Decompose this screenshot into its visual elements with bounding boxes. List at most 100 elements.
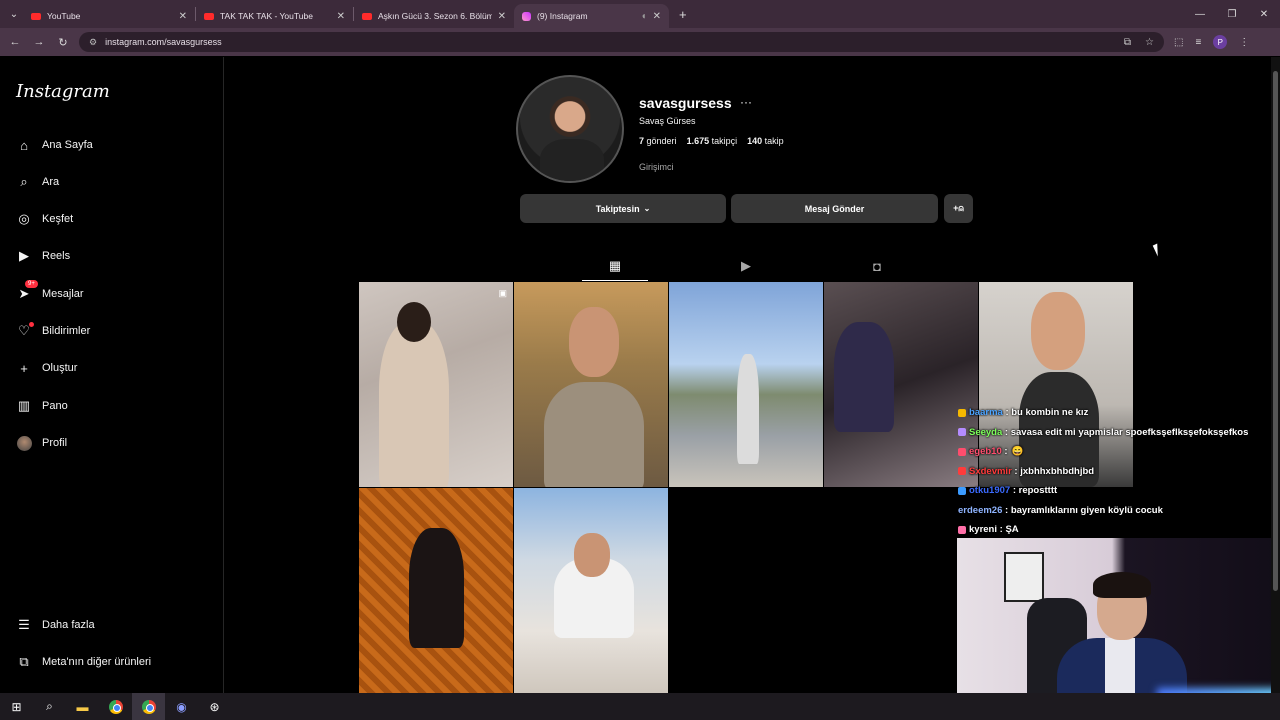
forward-icon[interactable]: → [27, 36, 51, 48]
send-message-label: Mesaj Gönder [804, 203, 865, 214]
file-explorer-icon[interactable]: ▬ [66, 693, 99, 720]
followers-label: takipçi [711, 136, 738, 146]
page-scrollbar[interactable] [1271, 57, 1280, 693]
mouse-cursor-icon [1152, 243, 1163, 257]
chrome-icon[interactable] [132, 693, 165, 720]
instagram-logo[interactable]: Instagram [16, 81, 110, 102]
browser-tab[interactable]: Aşkın Gücü 3. Sezon 6. Bölüm ✕ [354, 4, 514, 28]
sidebar-item-create[interactable]: + Oluştur [16, 360, 77, 376]
close-icon[interactable]: ✕ [653, 11, 661, 22]
new-tab-button[interactable]: + [679, 7, 687, 22]
instagram-icon [522, 11, 531, 21]
search-icon: ⌕ [20, 174, 28, 189]
person-head [574, 533, 610, 577]
chat-user: kyreni [969, 524, 997, 535]
sidebar-item-reels[interactable]: ▶ Reels [16, 248, 70, 264]
extensions-icon[interactable]: ⬚ [1174, 37, 1183, 48]
chat-user: Sxdevmir [969, 465, 1012, 477]
obs-icon[interactable]: ⊛ [198, 693, 231, 720]
address-bar[interactable]: ⚙ instagram.com/savasgursess ⧉ ☆ [79, 32, 1164, 52]
close-icon[interactable]: ✕ [498, 11, 506, 22]
profile-category: Girişimci [639, 162, 674, 172]
post-thumbnail[interactable] [824, 282, 978, 487]
browser-tab-active[interactable]: (9) Instagram ◖ ✕ [514, 4, 669, 28]
posts-grid-icon[interactable]: ▦ [582, 258, 648, 281]
chat-text: : bayramlıklarını giyen köylü cocuk [1005, 504, 1163, 516]
chat-message: Sxdevmir : jxbhhxbhbdhjbd [958, 462, 1280, 482]
following-button-label: Takiptesin [595, 203, 640, 214]
post-thumbnail[interactable] [359, 488, 513, 693]
sidebar-item-notifications[interactable]: ♡ Bildirimler [16, 322, 90, 339]
heart-icon: ♡ [16, 322, 34, 339]
minimize-icon[interactable]: — [1184, 9, 1216, 20]
browser-tab-strip: ⌄ YouTube ✕ TAK TAK TAK - YouTube ✕ Aşkı… [0, 0, 1280, 28]
tab-title: TAK TAK TAK - YouTube [220, 11, 313, 21]
suggest-user-button[interactable]: +⍝ [944, 194, 973, 223]
chat-message: otku1907 : repostttt [958, 481, 1280, 501]
close-icon[interactable]: ✕ [337, 11, 345, 22]
profile-avatar[interactable]: P [1213, 35, 1228, 49]
send-message-button[interactable]: Mesaj Gönder [731, 194, 938, 223]
home-icon: ⌂ [20, 137, 28, 153]
following-button[interactable]: Takiptesin ⌄ [520, 194, 726, 223]
url-text: instagram.com/savasgursess [105, 37, 222, 47]
browser-tab[interactable]: TAK TAK TAK - YouTube ✕ [196, 4, 353, 28]
close-window-icon[interactable]: ✕ [1248, 9, 1280, 20]
followers-stat[interactable]: 1.675 takipçi [687, 136, 738, 146]
sidebar-item-meta-apps[interactable]: ⧉ Meta'nın diğer ürünleri [16, 654, 151, 670]
sidebar-item-search[interactable]: ⌕ Ara [16, 174, 59, 190]
posts-count: 7 [639, 136, 645, 146]
profile-stats: 7 gönderi 1.675 takipçi 140 takip [639, 136, 784, 146]
more-options-icon[interactable]: ··· [740, 95, 752, 109]
sidebar-item-label: Daha fazla [42, 619, 95, 631]
discord-icon[interactable]: ◉ [165, 693, 198, 720]
bookmark-star-icon[interactable]: ☆ [1145, 37, 1154, 48]
close-icon[interactable]: ✕ [179, 11, 187, 22]
tagged-tab-icon[interactable]: ◘ [869, 258, 885, 274]
speaker-icon[interactable]: ◖ [641, 11, 647, 22]
sidebar-item-explore[interactable]: ◎ Keşfet [16, 211, 73, 227]
post-thumbnail[interactable] [514, 488, 668, 693]
sidebar-item-dashboard[interactable]: ▥ Pano [16, 398, 68, 414]
kebab-menu-icon[interactable]: ⋮ [1239, 37, 1249, 48]
chat-text: : bu kombin ne kız [1005, 407, 1089, 418]
browser-tab[interactable]: YouTube ✕ [23, 4, 195, 28]
scrollbar-thumb[interactable] [1273, 71, 1278, 591]
post-thumbnail[interactable] [669, 282, 823, 487]
sidebar-item-profile[interactable]: Profil [16, 435, 67, 451]
chat-text: : savasa edit mi yapmislar spoefksşeflks… [1004, 426, 1249, 438]
back-icon[interactable]: ← [3, 36, 27, 48]
ig-sidebar: Instagram ⌂ Ana Sayfa ⌕ Ara ◎ Keşfet ▶ R… [0, 57, 224, 693]
windows-start-icon[interactable]: ⊞ [0, 693, 33, 720]
profile-tabs: ▦ ▶ ◘ [359, 258, 1133, 281]
tab-search-icon[interactable]: ⌄ [5, 5, 23, 23]
chat-user: baarma [969, 407, 1003, 418]
chrome-icon[interactable] [99, 693, 132, 720]
site-settings-icon[interactable]: ⚙ [89, 37, 97, 48]
tab-title: Aşkın Gücü 3. Sezon 6. Bölüm [378, 11, 492, 21]
post-thumbnail[interactable]: ▣ [359, 282, 513, 487]
sidebar-item-label: Ara [42, 176, 60, 188]
post-thumbnail[interactable] [514, 282, 668, 487]
following-count: 140 [747, 136, 763, 146]
media-icon[interactable]: ≡ [1195, 37, 1201, 48]
messenger-icon: ➤ 9+ [16, 280, 38, 302]
badge-icon [958, 467, 966, 476]
sidebar-item-label: Oluştur [42, 362, 78, 374]
profile-picture[interactable] [516, 75, 624, 183]
restore-icon[interactable]: ❐ [1216, 9, 1248, 20]
following-stat[interactable]: 140 takip [747, 136, 784, 146]
sidebar-item-label: Keşfet [42, 213, 74, 225]
install-icon[interactable]: ⧉ [1124, 37, 1131, 48]
sidebar-item-home[interactable]: ⌂ Ana Sayfa [16, 137, 93, 153]
chat-message: baarma : bu kombin ne kız [958, 403, 1280, 423]
search-icon[interactable]: ⌕ [33, 693, 66, 720]
browser-toolbar: ← → ↻ ⚙ instagram.com/savasgursess ⧉ ☆ ⬚… [0, 28, 1280, 56]
reels-icon: ▶ [19, 248, 29, 263]
posts-stat: 7 gönderi [639, 136, 677, 146]
sidebar-item-messages[interactable]: ➤ 9+ Mesajlar [16, 280, 84, 302]
sidebar-item-more[interactable]: ☰ Daha fazla [16, 617, 95, 633]
youtube-icon [204, 12, 214, 20]
reels-tab-icon[interactable]: ▶ [738, 258, 754, 274]
reload-icon[interactable]: ↻ [51, 36, 75, 49]
